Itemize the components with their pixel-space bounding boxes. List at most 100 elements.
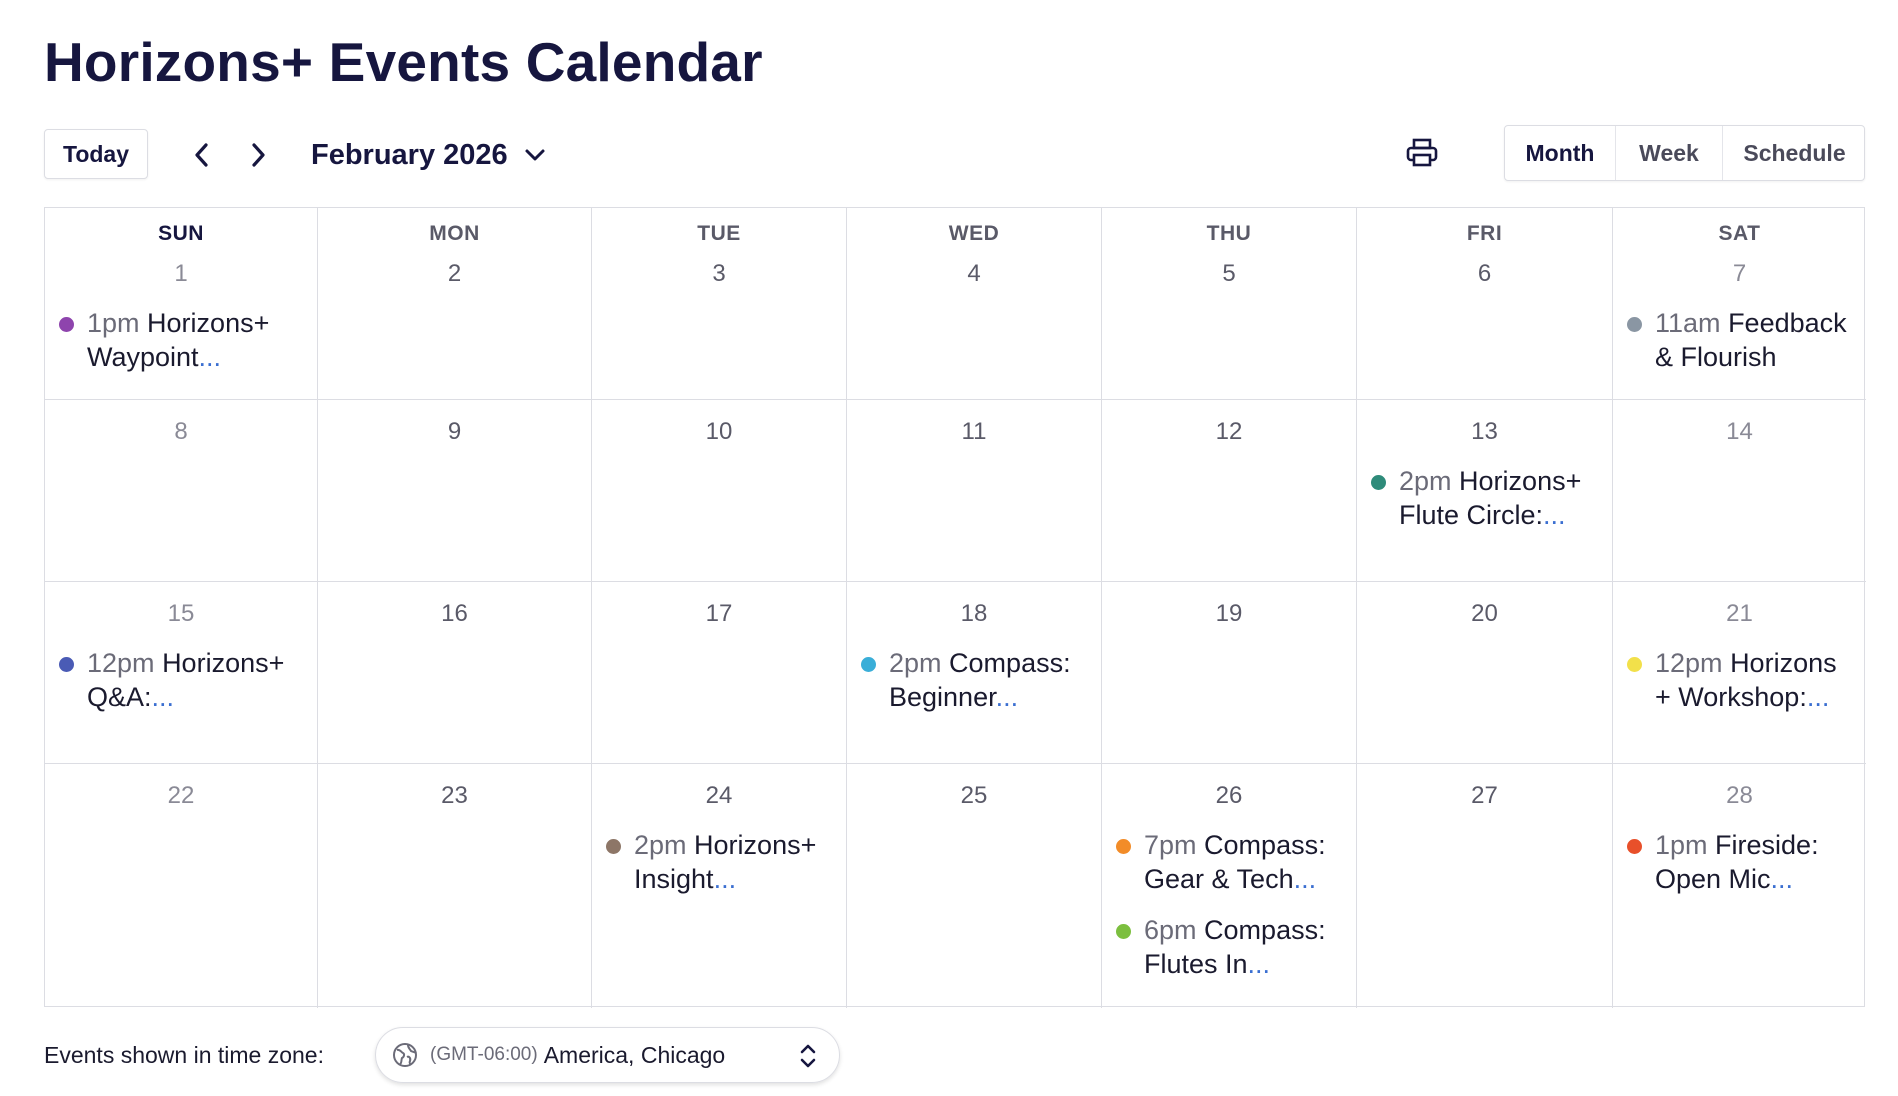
day-cell[interactable]: 11	[847, 400, 1102, 582]
chevron-down-icon	[525, 149, 545, 161]
previous-month-button[interactable]	[184, 137, 220, 173]
day-cell[interactable]: 14	[1613, 400, 1866, 582]
day-cell[interactable]: 8	[45, 400, 318, 582]
day-cell[interactable]: 19	[1102, 582, 1357, 764]
day-cell[interactable]: 16	[318, 582, 592, 764]
day-number: 27	[1471, 782, 1498, 809]
day-cell[interactable]: 13 2pm Horizons+ Flute Circle:...	[1357, 400, 1613, 582]
today-button[interactable]: Today	[44, 129, 148, 179]
day-cell[interactable]: 10	[592, 400, 847, 582]
timezone-offset: (GMT-06:00)	[430, 1044, 538, 1065]
day-cell[interactable]: MON 2	[318, 208, 592, 400]
day-cell[interactable]: 22	[45, 764, 318, 1008]
weekday-header: THU	[1206, 222, 1252, 245]
event-more-ellipsis: ...	[198, 342, 222, 372]
day-number: 6	[1477, 260, 1492, 287]
day-number: 8	[174, 418, 188, 445]
day-cell[interactable]: TUE 3	[592, 208, 847, 400]
day-cell[interactable]: 9	[318, 400, 592, 582]
calendar-event[interactable]: 12pm Horizons+ Q&A:...	[59, 646, 309, 714]
event-list: 2pm Horizons+ Flute Circle:...	[1371, 464, 1604, 549]
day-cell[interactable]: 24 2pm Horizons+ Insight...	[592, 764, 847, 1008]
day-cell[interactable]: 23	[318, 764, 592, 1008]
day-cell[interactable]: 18 2pm Compass: Beginner...	[847, 582, 1102, 764]
event-time: 12pm	[87, 648, 155, 678]
event-more-ellipsis: ...	[995, 682, 1019, 712]
day-number: 14	[1726, 418, 1753, 445]
day-number: 22	[167, 782, 195, 809]
event-time: 12pm	[1655, 648, 1723, 678]
calendar-event[interactable]: 2pm Compass: Beginner...	[861, 646, 1093, 714]
event-more-ellipsis: ...	[1770, 864, 1794, 894]
day-cell[interactable]: 26 7pm Compass: Gear & Tech... 6pm Compass…	[1102, 764, 1357, 1008]
month-grid: SUN 1 1pm Horizons+ Waypoint... MON 2 TUE 3 WED…	[44, 207, 1866, 1008]
calendar-event[interactable]: 6pm Compass: Flutes In...	[1116, 913, 1348, 981]
day-cell[interactable]: 12	[1102, 400, 1357, 582]
calendar-event[interactable]: 1pm Horizons+ Waypoint...	[59, 306, 309, 374]
day-number: 16	[441, 600, 468, 627]
event-color-dot	[861, 657, 876, 672]
event-color-dot	[59, 317, 74, 332]
event-color-dot	[1627, 317, 1642, 332]
day-cell[interactable]: 21 12pm Horizons + Workshop:...	[1613, 582, 1866, 764]
weekday-header: WED	[948, 222, 1000, 245]
day-number: 10	[705, 418, 733, 445]
current-month-label: February 2026	[311, 138, 508, 171]
event-more-ellipsis: ...	[1543, 500, 1566, 530]
month-picker[interactable]: February 2026	[311, 133, 546, 177]
event-list: 1pm Fireside: Open Mic...	[1627, 828, 1858, 913]
day-cell[interactable]: FRI 6	[1357, 208, 1613, 400]
timezone-label: Events shown in time zone:	[44, 1042, 324, 1068]
weekday-header: TUE	[697, 222, 741, 245]
event-time: 6pm	[1144, 915, 1197, 945]
day-number: 7	[1732, 260, 1747, 287]
calendar-event[interactable]: 12pm Horizons + Workshop:...	[1627, 646, 1858, 714]
tab-month[interactable]: Month	[1505, 126, 1616, 180]
day-cell[interactable]: 15 12pm Horizons+ Q&A:...	[45, 582, 318, 764]
day-cell[interactable]: 25	[847, 764, 1102, 1008]
event-time: 2pm	[634, 830, 687, 860]
event-more-ellipsis: ...	[1806, 682, 1830, 712]
day-number: 24	[705, 782, 733, 809]
event-list: 12pm Horizons+ Q&A:...	[59, 646, 309, 731]
day-cell[interactable]: WED 4	[847, 208, 1102, 400]
day-cell[interactable]: THU 5	[1102, 208, 1357, 400]
calendar-event[interactable]: 2pm Horizons+ Flute Circle:...	[1371, 464, 1604, 532]
tab-week[interactable]: Week	[1616, 126, 1723, 180]
day-number: 17	[705, 600, 733, 627]
event-more-ellipsis: ...	[1247, 949, 1271, 979]
day-cell[interactable]: 28 1pm Fireside: Open Mic...	[1613, 764, 1866, 1008]
event-time: 2pm	[889, 648, 942, 678]
day-number: 9	[447, 418, 462, 445]
calendar-event[interactable]: 11am Feedback & Flourish	[1627, 306, 1858, 374]
print-button[interactable]	[1402, 133, 1442, 173]
tab-schedule[interactable]: Schedule	[1723, 126, 1866, 180]
day-number: 23	[441, 782, 468, 809]
globe-icon	[393, 1043, 417, 1067]
day-number: 2	[447, 260, 462, 287]
event-list: 2pm Compass: Beginner...	[861, 646, 1093, 731]
calendar-event[interactable]: 2pm Horizons+ Insight...	[606, 828, 838, 896]
event-more-ellipsis: ...	[713, 864, 737, 894]
next-month-button[interactable]	[240, 137, 276, 173]
day-number: 20	[1471, 600, 1498, 627]
event-time: 11am	[1655, 308, 1721, 338]
weekday-header: SUN	[158, 222, 204, 245]
weekday-header: SAT	[1718, 222, 1761, 245]
day-cell[interactable]: 17	[592, 582, 847, 764]
day-cell[interactable]: SUN 1 1pm Horizons+ Waypoint...	[45, 208, 318, 400]
chevron-left-icon	[195, 143, 208, 167]
day-cell[interactable]: SAT 7 11am Feedback & Flourish	[1613, 208, 1866, 400]
event-color-dot	[1627, 839, 1642, 854]
timezone-city: America, Chicago	[543, 1041, 726, 1068]
calendar-event[interactable]: 7pm Compass: Gear & Tech...	[1116, 828, 1348, 896]
day-number: 26	[1215, 782, 1243, 809]
day-number: 4	[967, 260, 981, 287]
calendar-event[interactable]: 1pm Fireside: Open Mic...	[1627, 828, 1858, 896]
timezone-select[interactable]: (GMT-06:00) America, Chicago	[375, 1027, 840, 1083]
event-more-ellipsis: ...	[1293, 864, 1317, 894]
day-cell[interactable]: 27	[1357, 764, 1613, 1008]
day-cell[interactable]: 20	[1357, 582, 1613, 764]
event-color-dot	[1371, 475, 1386, 490]
event-time: 7pm	[1144, 830, 1197, 860]
